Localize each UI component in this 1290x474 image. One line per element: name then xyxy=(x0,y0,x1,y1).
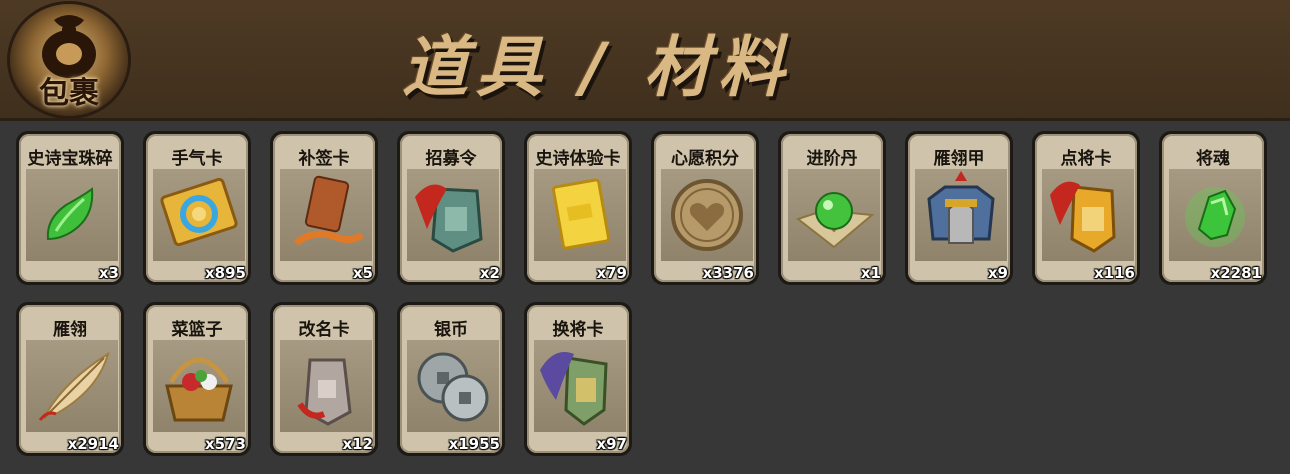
item-count: x2 xyxy=(479,264,500,282)
item-name: 史诗体验卡 xyxy=(535,149,621,169)
item-count: x5 xyxy=(352,264,373,282)
item-slot-epic-orb-shard[interactable]: 史诗宝珠碎 x3 xyxy=(16,131,124,285)
armor-icon xyxy=(915,169,1007,261)
item-name: 将魂 xyxy=(1196,149,1230,169)
item-name: 进阶丹 xyxy=(806,149,858,169)
item-slot-sign-card[interactable]: 补签卡 x5 xyxy=(270,131,378,285)
item-name: 菜篮子 xyxy=(171,320,223,340)
green-shard-icon xyxy=(26,169,118,261)
luck-card-icon xyxy=(153,169,245,261)
item-name: 手气卡 xyxy=(171,149,223,169)
header-bar: 包裹 道具 / 材料 xyxy=(0,0,1290,121)
item-slot-silver-coin[interactable]: 银币 x1955 xyxy=(397,302,505,456)
item-name: 招募令 xyxy=(425,149,477,169)
item-count: x2281 xyxy=(1210,264,1262,282)
item-count: x97 xyxy=(596,435,627,453)
item-count: x116 xyxy=(1094,264,1135,282)
item-count: x3 xyxy=(98,264,119,282)
item-count: x9 xyxy=(987,264,1008,282)
general-token-icon xyxy=(1042,169,1134,261)
item-count: x79 xyxy=(596,264,627,282)
bag-button[interactable]: 包裹 xyxy=(10,4,128,116)
item-slot-general-card[interactable]: 点将卡 x116 xyxy=(1032,131,1140,285)
item-name: 雁翎甲 xyxy=(933,149,985,169)
item-slot-general-soul[interactable]: 将魂 x2281 xyxy=(1159,131,1267,285)
item-count: x3376 xyxy=(702,264,754,282)
bag-label: 包裹 xyxy=(39,76,99,111)
item-name: 史诗宝珠碎 xyxy=(27,149,113,169)
page-title: 道具 / 材料 xyxy=(402,29,793,106)
swap-token-icon xyxy=(534,340,626,432)
item-name: 心愿积分 xyxy=(671,149,739,169)
item-name: 补签卡 xyxy=(298,149,350,169)
item-slot-wish-points[interactable]: 心愿积分 x3376 xyxy=(651,131,759,285)
heart-coin-icon xyxy=(661,169,753,261)
item-count: x573 xyxy=(205,435,246,453)
item-slot-swap-card[interactable]: 换将卡 x97 xyxy=(524,302,632,456)
gold-card-icon xyxy=(534,169,626,261)
basket-icon xyxy=(153,340,245,432)
item-slot-feather-armor[interactable]: 雁翎甲 x9 xyxy=(905,131,1013,285)
silver-coins-icon xyxy=(407,340,499,432)
recruit-token-icon xyxy=(407,169,499,261)
item-name: 点将卡 xyxy=(1060,149,1112,169)
item-count: x895 xyxy=(205,264,246,282)
item-slot-epic-trial-card[interactable]: 史诗体验卡 x79 xyxy=(524,131,632,285)
item-count: x1955 xyxy=(448,435,500,453)
item-slot-advance-pill[interactable]: 进阶丹 x1 xyxy=(778,131,886,285)
item-count: x12 xyxy=(342,435,373,453)
green-orb-icon xyxy=(788,169,880,261)
feather-icon xyxy=(26,340,118,432)
item-slot-recruit-order[interactable]: 招募令 x2 xyxy=(397,131,505,285)
item-name: 银币 xyxy=(434,320,468,340)
item-name: 雁翎 xyxy=(53,320,87,340)
item-slot-luck-card[interactable]: 手气卡 x895 xyxy=(143,131,251,285)
item-count: x2914 xyxy=(67,435,119,453)
item-count: x1 xyxy=(860,264,881,282)
item-name: 换将卡 xyxy=(552,320,604,340)
sign-token-icon xyxy=(280,169,372,261)
item-name: 改名卡 xyxy=(298,320,350,340)
item-slot-feather[interactable]: 雁翎 x2914 xyxy=(16,302,124,456)
item-slot-basket[interactable]: 菜篮子 x573 xyxy=(143,302,251,456)
green-crystal-icon xyxy=(1169,169,1261,261)
rename-token-icon xyxy=(280,340,372,432)
item-slot-rename-card[interactable]: 改名卡 x12 xyxy=(270,302,378,456)
